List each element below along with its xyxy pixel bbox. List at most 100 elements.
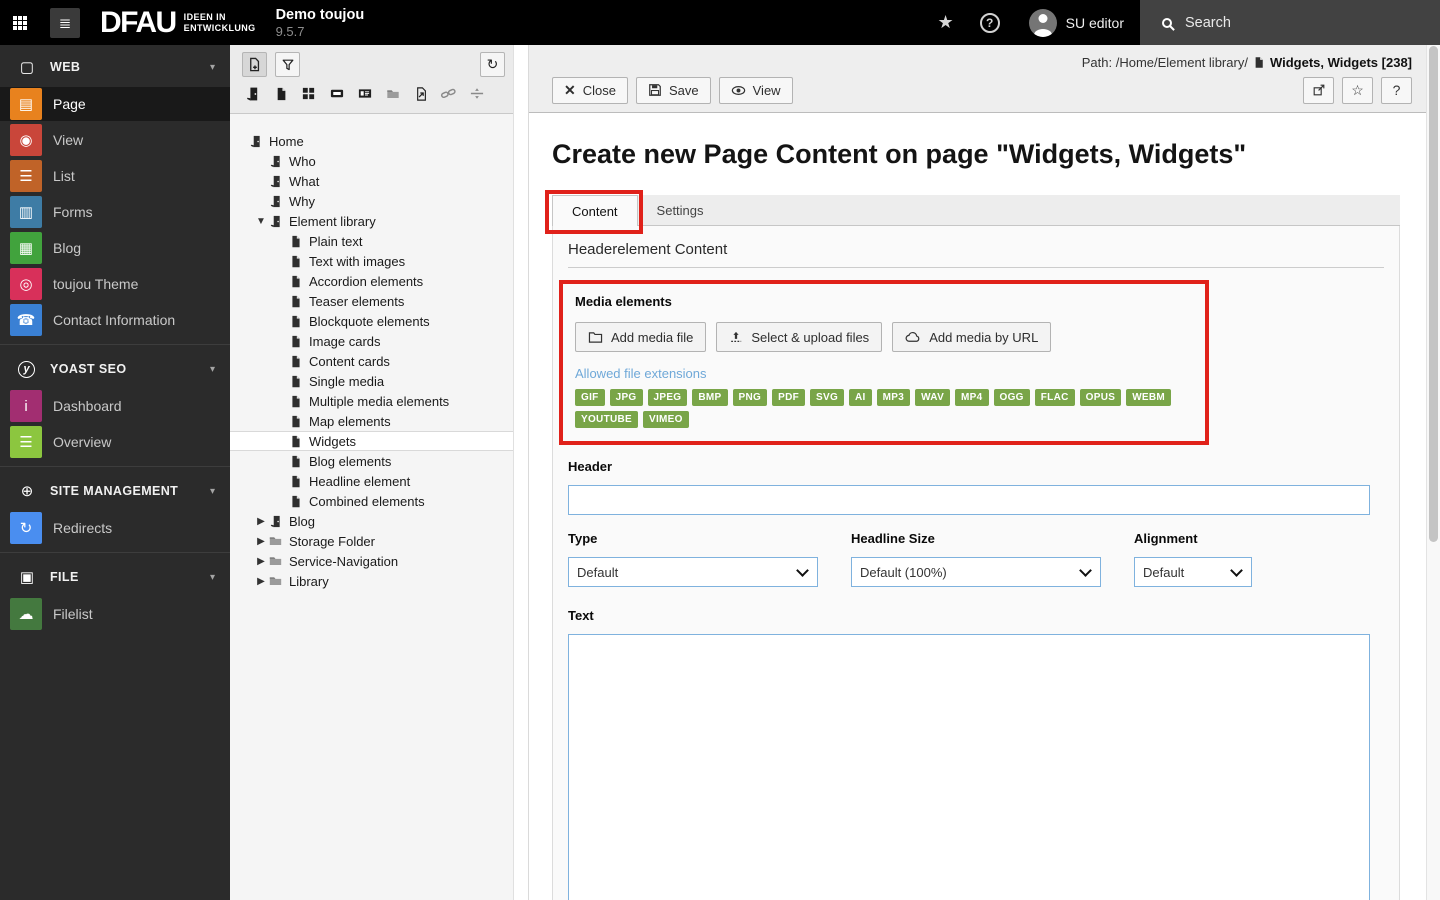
page-title: Create new Page Content on page "Widgets… [552, 139, 1247, 169]
module-menu-section-header[interactable]: y YOAST SEO ▾ [0, 349, 230, 389]
text-textarea[interactable] [568, 634, 1370, 900]
expander-closed-icon[interactable]: ▶ [254, 576, 268, 587]
headline-size-field: Headline Size Default (100%) [851, 531, 1101, 587]
headline-size-select[interactable]: Default (100%) [851, 557, 1101, 587]
expander-open-icon[interactable]: ▼ [254, 216, 268, 227]
page-icon[interactable] [272, 85, 289, 102]
tab-content[interactable]: Content [545, 190, 643, 234]
tree-node-plain-text[interactable]: Plain text [230, 231, 513, 251]
mountpoint-icon[interactable] [328, 85, 345, 102]
tree-node-content-cards[interactable]: Content cards [230, 351, 513, 371]
tree-node-service-navigation[interactable]: ▶ Service-Navigation [230, 551, 513, 571]
tree-node-combined-elements[interactable]: Combined elements [230, 491, 513, 511]
extension-badge: WEBM [1126, 389, 1172, 406]
tree-node-widgets[interactable]: Widgets [230, 431, 513, 451]
tree-node-what[interactable]: What [230, 171, 513, 191]
bookmark-star-icon[interactable]: ★ [925, 12, 967, 33]
header-input[interactable] [568, 485, 1370, 515]
typo3-version: 9.5.7 [275, 23, 305, 39]
tab-settings[interactable]: Settings [638, 195, 723, 225]
module-menu-section-header[interactable]: ▣ FILE ▾ [0, 557, 230, 597]
chevron-down-icon: ▾ [209, 363, 215, 375]
expander-closed-icon[interactable]: ▶ [254, 536, 268, 547]
panel-splitter[interactable] [514, 45, 529, 900]
cloud-icon [905, 331, 921, 343]
module-menu-section: ▢ WEB ▾ ▤ Page ◉ View ☰ List ▥ Forms ▦ Blog ◎ toujou T… [0, 47, 230, 337]
tree-node-headline-element[interactable]: Headline element [230, 471, 513, 491]
allowed-file-extensions-link[interactable]: Allowed file extensions [575, 366, 707, 381]
sidebar-item-redirects[interactable]: ↻ Redirects [0, 511, 230, 545]
link-icon[interactable] [440, 85, 457, 102]
tree-node-who[interactable]: Who [230, 151, 513, 171]
sidebar-item-dashboard[interactable]: i Dashboard [0, 389, 230, 423]
content-body: Create new Page Content on page "Widgets… [529, 113, 1426, 900]
page-tree-icon [288, 334, 303, 349]
tree-node-blockquote-elements[interactable]: Blockquote elements [230, 311, 513, 331]
vertical-scrollbar[interactable] [1426, 45, 1440, 900]
user-menu[interactable]: SU editor [1013, 0, 1140, 45]
sidebar-item-label: Dashboard [53, 398, 122, 414]
tree-node-label: Teaser elements [309, 293, 405, 309]
sidebar-item-view[interactable]: ◉ View [0, 123, 230, 157]
type-select[interactable]: Default [568, 557, 818, 587]
tree-node-accordion-elements[interactable]: Accordion elements [230, 271, 513, 291]
sidebar-item-forms[interactable]: ▥ Forms [0, 195, 230, 229]
filter-button[interactable] [275, 52, 300, 77]
sidebar-item-page[interactable]: ▤ Page [0, 87, 230, 121]
save-button[interactable]: Save [635, 76, 711, 104]
bookmark-button[interactable]: ☆ [1342, 76, 1373, 104]
extension-badge: OGG [993, 389, 1030, 406]
expander-closed-icon[interactable]: ▶ [254, 516, 268, 527]
media-elements-label: Media elements [575, 294, 672, 309]
close-button[interactable]: ✕ Close [552, 76, 628, 104]
select-upload-files-button[interactable]: Select & upload files [716, 322, 883, 352]
open-new-window-button[interactable] [1303, 76, 1334, 104]
spacer-icon[interactable] [468, 85, 485, 102]
tree-node-library[interactable]: ▶ Library [230, 571, 513, 591]
new-page-button[interactable] [242, 52, 267, 77]
sidebar-item-toujou-theme[interactable]: ◎ toujou Theme [0, 267, 230, 301]
sidebar-item-overview[interactable]: ☰ Overview [0, 425, 230, 459]
tree-node-storage-folder[interactable]: ▶ Storage Folder [230, 531, 513, 551]
tree-node-teaser-elements[interactable]: Teaser elements [230, 291, 513, 311]
view-button[interactable]: View [718, 76, 793, 104]
tree-node-why[interactable]: Why [230, 191, 513, 211]
folder-icon[interactable] [384, 85, 401, 102]
extension-badge: OPUS [1079, 389, 1122, 406]
tree-node-element-library[interactable]: ▼ Element library [230, 211, 513, 231]
card-icon[interactable] [356, 85, 373, 102]
tree-node-multiple-media-elements[interactable]: Multiple media elements [230, 391, 513, 411]
extension-badge: WAV [915, 389, 951, 406]
tree-node-blog[interactable]: ▶ Blog [230, 511, 513, 531]
door-icon[interactable] [244, 85, 261, 102]
sidebar-item-contact-information[interactable]: ☎ Contact Information [0, 303, 230, 337]
tree-node-blog-elements[interactable]: Blog elements [230, 451, 513, 471]
apps-grid-icon[interactable] [0, 0, 40, 45]
expander-closed-icon[interactable]: ▶ [254, 556, 268, 567]
grid-icon[interactable] [300, 85, 317, 102]
scrollbar-thumb[interactable] [1429, 46, 1438, 542]
help-button[interactable]: ? [1381, 76, 1412, 104]
shortcut-icon[interactable] [412, 85, 429, 102]
add-media-by-url-button[interactable]: Add media by URL [892, 322, 1052, 352]
star-outline-icon: ☆ [1351, 81, 1364, 98]
global-search[interactable]: Search [1140, 0, 1440, 45]
sidebar-item-filelist[interactable]: ☁ Filelist [0, 597, 230, 631]
module-menu-section-header[interactable]: ⊕ SITE MANAGEMENT ▾ [0, 471, 230, 511]
tree-node-map-elements[interactable]: Map elements [230, 411, 513, 431]
tree-node-label: Map elements [309, 413, 391, 429]
tree-node-image-cards[interactable]: Image cards [230, 331, 513, 351]
sidebar-item-blog[interactable]: ▦ Blog [0, 231, 230, 265]
alignment-select[interactable]: Default [1134, 557, 1252, 587]
sidebar-item-list[interactable]: ☰ List [0, 159, 230, 193]
tree-node-text-with-images[interactable]: Text with images [230, 251, 513, 271]
sidebar-item-label: Redirects [53, 520, 113, 536]
refresh-button[interactable]: ↻ [480, 52, 505, 77]
tree-node-home[interactable]: Home [230, 131, 513, 151]
chevron-down-icon: ▾ [209, 571, 215, 583]
tree-node-single-media[interactable]: Single media [230, 371, 513, 391]
add-media-file-button[interactable]: Add media file [575, 322, 707, 352]
module-menu-section-header[interactable]: ▢ WEB ▾ [0, 47, 230, 87]
help-icon[interactable]: ? [979, 12, 1000, 33]
pagetree-toggle-button[interactable]: ≣ [50, 7, 80, 38]
